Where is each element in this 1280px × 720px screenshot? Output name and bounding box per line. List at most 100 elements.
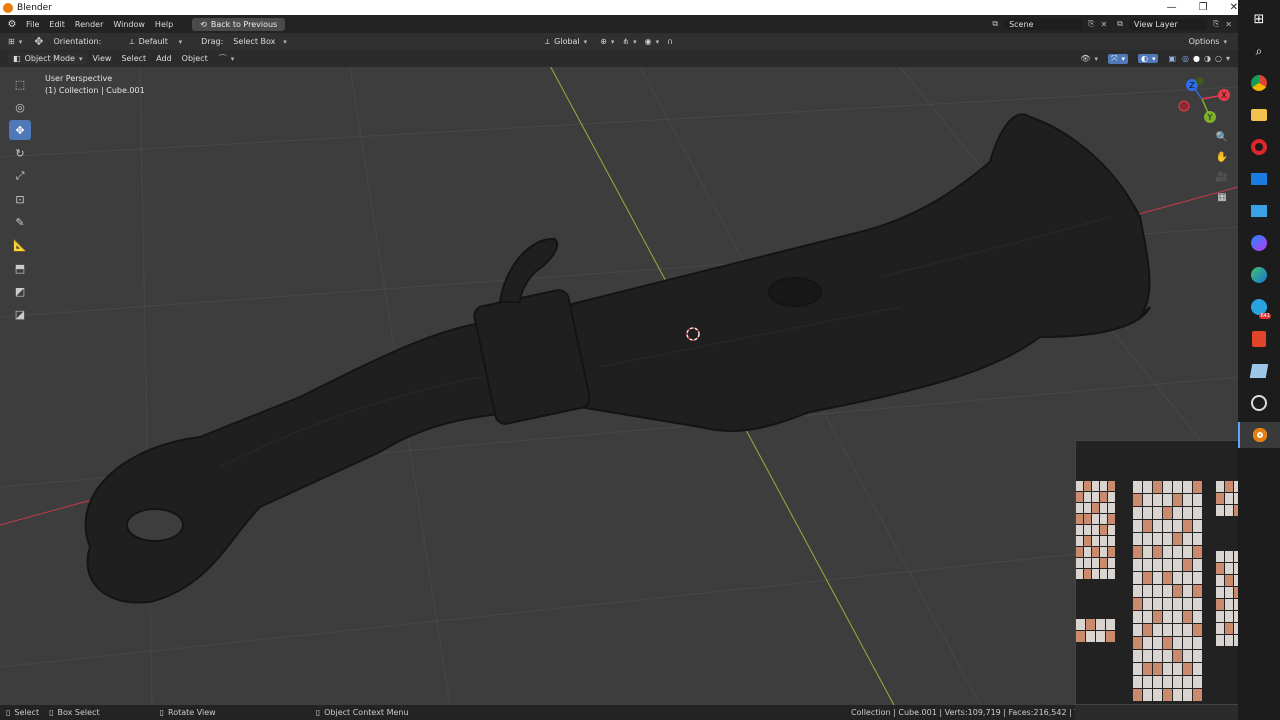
- blender-logo-icon: [3, 2, 13, 13]
- maximize-button[interactable]: ❐: [1199, 2, 1208, 13]
- mouse-middle-icon: ▯: [159, 708, 164, 717]
- opera-icon[interactable]: [1246, 134, 1272, 160]
- reference-sheet-2: [1076, 619, 1115, 642]
- gizmo-neg-y-axis[interactable]: [1196, 77, 1204, 85]
- close-button[interactable]: ✕: [1230, 2, 1238, 13]
- perspective-label: User Perspective: [45, 74, 113, 83]
- view-layer-field[interactable]: View Layer: [1128, 18, 1207, 30]
- overlay-toggle-icon[interactable]: ◐ ▾: [1137, 54, 1159, 63]
- scene-name: Scene: [1009, 19, 1034, 29]
- menu-edit[interactable]: Edit: [44, 20, 70, 29]
- transform-orientation-dropdown[interactable]: ⟂ Global ▾: [539, 35, 593, 48]
- menu-render[interactable]: Render: [70, 20, 108, 29]
- gizmo-x-label: X: [1221, 91, 1227, 100]
- mouse-box-icon: ▯: [49, 708, 54, 717]
- new-scene-icon[interactable]: ⎘: [1088, 19, 1094, 29]
- chrome-icon[interactable]: [1246, 70, 1272, 96]
- windows-icon[interactable]: ⊞: [1246, 6, 1272, 32]
- scene-field[interactable]: Scene: [1004, 18, 1083, 30]
- shading-options-icon[interactable]: ▾: [1226, 54, 1230, 63]
- viewport-nav-buttons: 🔍 ✋ 🎥 ▦: [1213, 128, 1231, 206]
- obs-icon[interactable]: [1246, 390, 1272, 416]
- drag-label: Drag:: [201, 37, 224, 46]
- falloff-icon[interactable]: ∩: [667, 37, 673, 46]
- viewport-header: ◧ Object Mode ▾ View Select Add Object ⌒ ▾…: [0, 50, 1238, 67]
- mode-value: Object Mode: [24, 54, 75, 63]
- menu-window[interactable]: Window: [108, 20, 150, 29]
- menu-view[interactable]: View: [92, 54, 111, 63]
- material-shading-icon[interactable]: ◑: [1204, 54, 1211, 63]
- transform-tool-icon[interactable]: ⊡: [9, 189, 31, 209]
- ortho-grid-icon[interactable]: ▦: [1213, 188, 1231, 206]
- pivot-icon[interactable]: ⊕ ▾: [600, 37, 614, 46]
- shear-tool-icon[interactable]: ◩: [9, 281, 31, 301]
- menu-add[interactable]: Add: [156, 54, 172, 63]
- scene-statistics: Collection | Cube.001 | Verts:109,719 | …: [851, 708, 1075, 717]
- proportional-edit-icon[interactable]: ◉ ▾: [645, 37, 660, 46]
- menu-select[interactable]: Select: [121, 54, 146, 63]
- mouse-right-icon: ▯: [315, 708, 321, 717]
- blender-icon[interactable]: [1238, 422, 1280, 448]
- gizmo-toggle-icon[interactable]: ⤧ ▾: [1108, 53, 1128, 64]
- rendered-shading-icon[interactable]: ○: [1215, 54, 1222, 63]
- cursor-tool-icon[interactable]: ◎: [9, 97, 31, 117]
- mode-dropdown[interactable]: ◧ Object Mode ▾: [8, 53, 88, 64]
- scale-tool-icon[interactable]: ⤢: [9, 166, 31, 186]
- drag-dropdown[interactable]: Select Box ▾: [228, 36, 292, 47]
- view-layer-icon[interactable]: ⧉: [1117, 19, 1123, 29]
- visibility-icon[interactable]: 👁 ▾: [1080, 54, 1098, 63]
- solid-shading-icon[interactable]: ●: [1193, 54, 1200, 63]
- mail-icon[interactable]: [1246, 166, 1272, 192]
- new-view-layer-icon[interactable]: ⎘: [1213, 19, 1219, 29]
- select-box-tool-icon[interactable]: ⬚: [9, 74, 31, 94]
- gpencil-icon[interactable]: ⌒ ▾: [219, 53, 235, 64]
- blender-menu-icon[interactable]: ⚙: [3, 19, 21, 30]
- gizmo-neg-x-axis[interactable]: [1178, 100, 1190, 112]
- back-to-previous-button[interactable]: ⟲ Back to Previous: [192, 17, 286, 31]
- windows-taskbar: ⊞ ⌕ 641: [1238, 0, 1280, 720]
- minimize-button[interactable]: —: [1167, 2, 1177, 13]
- orientation-dropdown[interactable]: ⟂ Default ▾: [124, 35, 188, 48]
- remove-scene-icon[interactable]: ✕: [1100, 20, 1107, 29]
- snap-icon[interactable]: ⋔ ▾: [622, 37, 636, 46]
- menu-file[interactable]: File: [21, 20, 44, 29]
- menu-help[interactable]: Help: [150, 20, 178, 29]
- window-controls: — ❐ ✕: [1167, 0, 1238, 15]
- editor-type-icon[interactable]: ⊞ ▾: [8, 37, 22, 46]
- move-tool-button-icon[interactable]: ✥: [9, 120, 31, 140]
- xray-icon[interactable]: ▣: [1168, 54, 1176, 63]
- remove-view-layer-icon[interactable]: ✕: [1225, 20, 1232, 29]
- photos-icon[interactable]: [1246, 198, 1272, 224]
- rotate-tool-icon[interactable]: ↻: [9, 143, 31, 163]
- pan-hand-icon[interactable]: ✋: [1213, 148, 1231, 166]
- status-select: Select: [14, 708, 40, 717]
- move-tool-icon[interactable]: ✥: [34, 35, 43, 48]
- menu-object[interactable]: Object: [182, 54, 208, 63]
- transform-orientation-icon: ⟂: [544, 36, 551, 46]
- messenger-icon[interactable]: [1246, 230, 1272, 256]
- tool-shelf: ⬚ ◎ ✥ ↻ ⤢ ⊡ ✎ 📐 ⬒ ◩ ◪: [6, 74, 34, 324]
- camera-view-icon[interactable]: 🎥: [1213, 168, 1231, 186]
- annotate-tool-icon[interactable]: ✎: [9, 212, 31, 232]
- office-icon[interactable]: [1246, 326, 1272, 352]
- telegram-icon[interactable]: 641: [1246, 294, 1272, 320]
- status-bar: ▯ Select ▯ Box Select ▯ Rotate View ▯ Ob…: [0, 705, 1075, 720]
- measure-tool-icon[interactable]: 📐: [9, 235, 31, 255]
- sword-mesh: [84, 113, 1151, 604]
- drag-value: Select Box: [233, 37, 276, 46]
- options-label: Options: [1188, 37, 1220, 46]
- options-dropdown[interactable]: Options ▾: [1183, 36, 1232, 47]
- zoom-icon[interactable]: 🔍: [1213, 128, 1231, 146]
- scene-icon[interactable]: ⧉: [992, 19, 998, 29]
- 3d-viewport[interactable]: [0, 67, 1238, 705]
- view-layer-name: View Layer: [1133, 19, 1178, 29]
- search-icon[interactable]: ⌕: [1246, 38, 1272, 64]
- add-cube-tool-icon[interactable]: ⬒: [9, 258, 31, 278]
- collection-label: (1) Collection | Cube.001: [45, 86, 145, 95]
- wireframe-shading-icon[interactable]: ◎: [1182, 54, 1189, 63]
- extrude-tool-icon[interactable]: ◪: [9, 304, 31, 324]
- tool-settings-header: ⊞ ▾ ✥ Orientation: ⟂ Default ▾ Drag: Selec…: [0, 33, 1238, 50]
- edge-icon[interactable]: [1246, 262, 1272, 288]
- file-explorer-icon[interactable]: [1246, 102, 1272, 128]
- media-icon[interactable]: [1246, 358, 1272, 384]
